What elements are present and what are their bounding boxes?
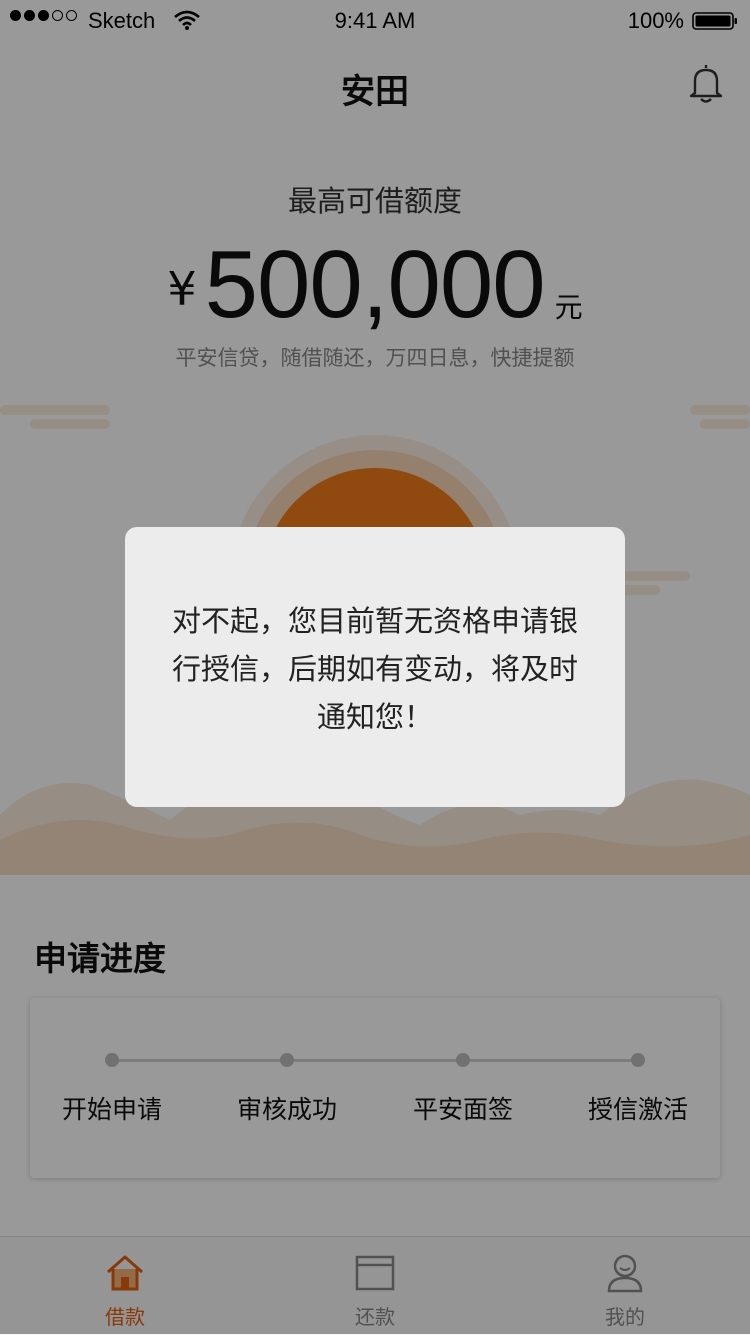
ineligible-dialog: 对不起，您目前暂无资格申请银行授信，后期如有变动，将及时通知您！ [125,527,625,807]
dialog-message: 对不起，您目前暂无资格申请银行授信，后期如有变动，将及时通知您！ [171,604,578,734]
